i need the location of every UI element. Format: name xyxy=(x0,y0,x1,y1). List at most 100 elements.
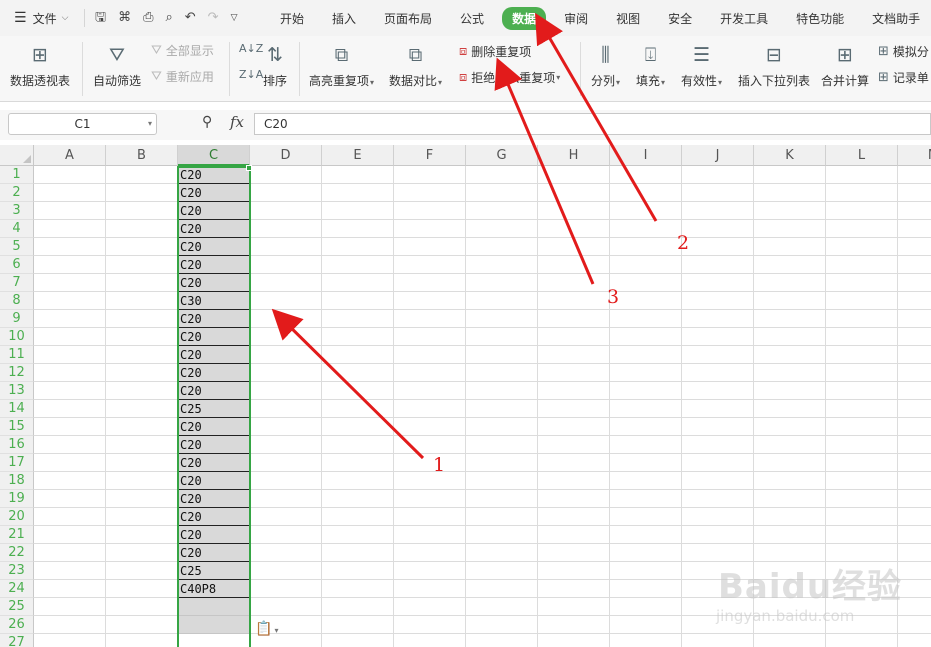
row-header-23[interactable]: 23 xyxy=(0,562,34,580)
cell-c5[interactable]: C20 xyxy=(178,238,250,256)
file-menu[interactable]: ☰ 文件 ⌵ xyxy=(0,10,84,27)
column-header-c[interactable]: C xyxy=(178,145,250,166)
chevron-down-icon[interactable]: ▾ xyxy=(148,114,152,134)
cell-c23[interactable]: C25 xyxy=(178,562,250,580)
name-box[interactable]: C1 ▾ xyxy=(8,113,157,135)
cell-c18[interactable]: C20 xyxy=(178,472,250,490)
tab-home[interactable]: 开始 xyxy=(270,7,314,30)
row-header-5[interactable]: 5 xyxy=(0,238,34,256)
column-header-k[interactable]: K xyxy=(754,145,826,166)
tab-data[interactable]: 数据 xyxy=(502,6,547,30)
consolidate-button[interactable]: ⊞ 合并计算 xyxy=(821,42,869,89)
column-header-i[interactable]: I xyxy=(610,145,682,166)
row-header-27[interactable]: 27 xyxy=(0,634,34,647)
row-header-2[interactable]: 2 xyxy=(0,184,34,202)
cell-c8[interactable]: C30 xyxy=(178,292,250,310)
paste-options-button[interactable]: 📋 ▾ xyxy=(255,621,278,637)
highlight-duplicates-button[interactable]: ⧉ 高亮重复项▾ xyxy=(309,42,374,89)
auto-filter-button[interactable]: ⛛ 自动筛选 xyxy=(93,42,141,89)
cell-c21[interactable]: C20 xyxy=(178,526,250,544)
tab-page-layout[interactable]: 页面布局 xyxy=(374,7,442,30)
print-preview-icon[interactable]: ⌕ xyxy=(165,9,172,27)
tab-insert[interactable]: 插入 xyxy=(322,7,366,30)
show-all-button[interactable]: ⛛ 全部显示 xyxy=(151,42,214,59)
row-header-14[interactable]: 14 xyxy=(0,400,34,418)
row-header-22[interactable]: 22 xyxy=(0,544,34,562)
row-header-24[interactable]: 24 xyxy=(0,580,34,598)
cell-c14[interactable]: C25 xyxy=(178,400,250,418)
tab-review[interactable]: 审阅 xyxy=(554,7,598,30)
reject-duplicates-button[interactable]: ⧈ 拒绝录入重复项 ▾ xyxy=(459,69,560,86)
tab-doc-assistant[interactable]: 文档助手 xyxy=(862,7,930,30)
what-if-button[interactable]: ⊞ 模拟分 xyxy=(878,43,929,60)
cell-c1[interactable]: C20 xyxy=(178,166,250,184)
column-header-l[interactable]: L xyxy=(826,145,898,166)
tab-view[interactable]: 视图 xyxy=(606,7,650,30)
column-header-e[interactable]: E xyxy=(322,145,394,166)
sort-button[interactable]: ⇅ 排序 xyxy=(263,42,287,89)
select-all-corner[interactable] xyxy=(0,145,34,166)
row-header-1[interactable]: 1 xyxy=(0,166,34,184)
tab-special-features[interactable]: 特色功能 xyxy=(786,7,854,30)
cell-c11[interactable]: C20 xyxy=(178,346,250,364)
column-header-m[interactable]: M xyxy=(898,145,931,166)
fill-button[interactable]: ⍗ 填充▾ xyxy=(636,42,665,89)
row-header-18[interactable]: 18 xyxy=(0,472,34,490)
cell-c20[interactable]: C20 xyxy=(178,508,250,526)
cell-c15[interactable]: C20 xyxy=(178,418,250,436)
cell-c3[interactable]: C20 xyxy=(178,202,250,220)
column-header-a[interactable]: A xyxy=(34,145,106,166)
customize-toolbar-icon[interactable]: ▽ xyxy=(231,9,238,27)
cell-c16[interactable]: C20 xyxy=(178,436,250,454)
row-header-16[interactable]: 16 xyxy=(0,436,34,454)
row-header-11[interactable]: 11 xyxy=(0,346,34,364)
row-header-17[interactable]: 17 xyxy=(0,454,34,472)
insert-dropdown-list-button[interactable]: ⊟ 插入下拉列表 xyxy=(738,42,810,89)
row-header-25[interactable]: 25 xyxy=(0,598,34,616)
cell-c24[interactable]: C40P8 xyxy=(178,580,250,598)
cell-c7[interactable]: C20 xyxy=(178,274,250,292)
tab-security[interactable]: 安全 xyxy=(658,7,702,30)
row-header-9[interactable]: 9 xyxy=(0,310,34,328)
reapply-button[interactable]: ⛛ 重新应用 xyxy=(151,68,214,85)
cell-c19[interactable]: C20 xyxy=(178,490,250,508)
split-column-button[interactable]: ⫼ 分列▾ xyxy=(591,42,620,89)
formula-input[interactable]: C20 xyxy=(254,113,931,135)
tab-formulas[interactable]: 公式 xyxy=(450,7,494,30)
cell-c25[interactable] xyxy=(178,598,250,616)
row-header-21[interactable]: 21 xyxy=(0,526,34,544)
row-header-7[interactable]: 7 xyxy=(0,274,34,292)
pivot-table-button[interactable]: ⊞ 数据透视表 xyxy=(10,42,70,89)
column-header-h[interactable]: H xyxy=(538,145,610,166)
cell-c9[interactable]: C20 xyxy=(178,310,250,328)
row-header-15[interactable]: 15 xyxy=(0,418,34,436)
cell-c22[interactable]: C20 xyxy=(178,544,250,562)
row-header-20[interactable]: 20 xyxy=(0,508,34,526)
redo-icon[interactable]: ↷ xyxy=(208,9,219,27)
column-header-d[interactable]: D xyxy=(250,145,322,166)
cell-c26[interactable] xyxy=(178,616,250,634)
remove-duplicates-button[interactable]: ⧈ 删除重复项 xyxy=(459,43,531,60)
cell-c6[interactable]: C20 xyxy=(178,256,250,274)
undo-icon[interactable]: ↶ xyxy=(185,9,196,27)
row-header-13[interactable]: 13 xyxy=(0,382,34,400)
cell-c2[interactable]: C20 xyxy=(178,184,250,202)
row-header-8[interactable]: 8 xyxy=(0,292,34,310)
cell-c13[interactable]: C20 xyxy=(178,382,250,400)
format-painter-icon[interactable]: ⌘ xyxy=(118,9,131,27)
row-header-26[interactable]: 26 xyxy=(0,616,34,634)
column-header-b[interactable]: B xyxy=(106,145,178,166)
tab-developer[interactable]: 开发工具 xyxy=(710,7,778,30)
row-header-3[interactable]: 3 xyxy=(0,202,34,220)
insert-function-icon[interactable]: fx xyxy=(230,113,244,131)
zoom-icon[interactable]: ⚲ xyxy=(202,114,212,130)
save-icon[interactable]: 🖫 xyxy=(95,9,106,27)
record-form-button[interactable]: ⊞ 记录单 xyxy=(878,69,929,86)
row-header-6[interactable]: 6 xyxy=(0,256,34,274)
column-header-j[interactable]: J xyxy=(682,145,754,166)
cell-c10[interactable]: C20 xyxy=(178,328,250,346)
row-header-4[interactable]: 4 xyxy=(0,220,34,238)
cell-c12[interactable]: C20 xyxy=(178,364,250,382)
cell-c4[interactable]: C20 xyxy=(178,220,250,238)
row-header-10[interactable]: 10 xyxy=(0,328,34,346)
